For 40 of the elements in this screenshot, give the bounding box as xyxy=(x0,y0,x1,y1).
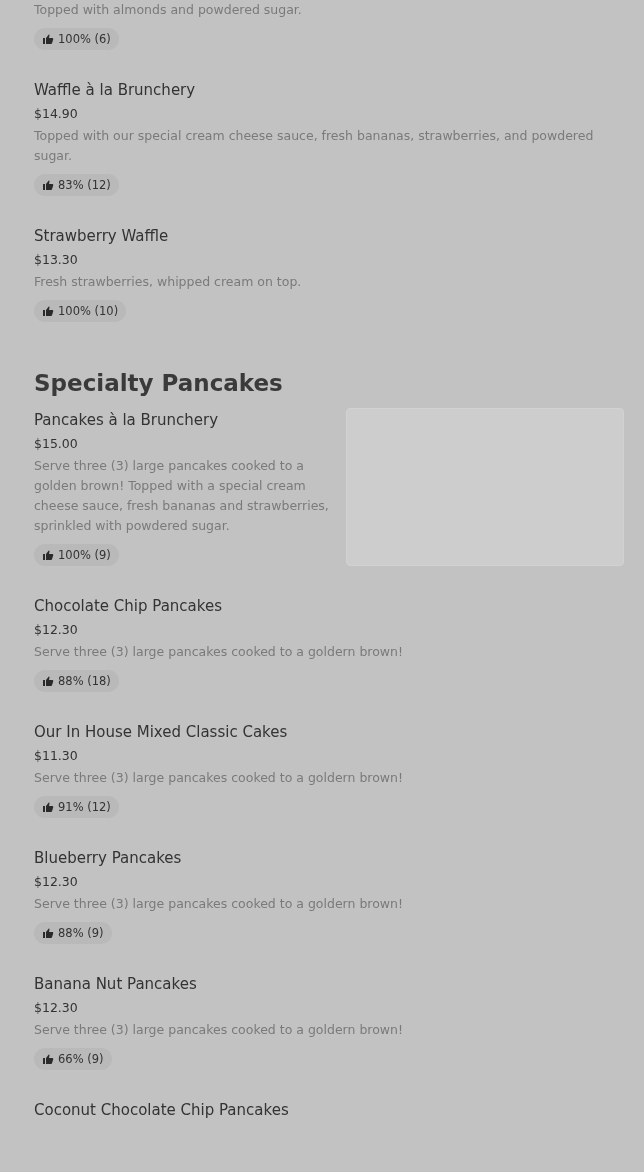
item-name[interactable]: Pancakes à la Brunchery xyxy=(34,408,219,432)
rating-badge: 100% (9) xyxy=(34,544,119,566)
rating-badge: 91% (12) xyxy=(34,796,119,818)
item-description: Fresh strawberries, whipped cream on top. xyxy=(34,273,302,291)
item-description: Serve three (3) large pancakes cooked to a goldern brown! xyxy=(34,895,404,913)
thumbs-up-icon xyxy=(42,179,54,191)
thumbs-up-icon xyxy=(42,801,54,813)
thumbs-up-icon xyxy=(42,33,54,45)
item-description: Serve three (3) large pancakes cooked to a goldern brown! xyxy=(34,643,404,661)
item-description: Topped with almonds and powdered sugar. xyxy=(34,1,302,19)
item-price: $12.30 xyxy=(34,621,78,639)
item-price: $12.30 xyxy=(34,873,78,891)
item-name[interactable]: Waffle à la Brunchery xyxy=(34,78,196,102)
rating-badge: 88% (18) xyxy=(34,670,119,692)
rating-badge: 100% (10) xyxy=(34,300,127,322)
item-name[interactable]: Blueberry Pancakes xyxy=(34,846,182,870)
rating-badge: 88% (9) xyxy=(34,922,112,944)
item-price: $11.30 xyxy=(34,747,78,765)
item-price: $15.00 xyxy=(34,435,78,453)
item-description: Serve three (3) large pancakes cooked to a goldern brown! xyxy=(34,1021,404,1039)
thumbs-up-icon xyxy=(42,1053,54,1065)
thumbs-up-icon xyxy=(42,305,54,317)
rating-badge: 83% (12) xyxy=(34,174,119,196)
item-description: Serve three (3) large pancakes cooked to a goldern brown! xyxy=(34,769,404,787)
item-name[interactable]: Coconut Chocolate Chip Pancakes xyxy=(34,1098,289,1122)
rating-badge: 100% (6) xyxy=(34,28,119,50)
item-description: Topped with our special cream cheese sauce, fresh bananas, strawberries, and powdered sugar. xyxy=(34,127,595,165)
thumbs-up-icon xyxy=(42,675,54,687)
item-description: Serve three (3) large pancakes cooked to a golden brown! Topped with a special cream cheese sauce, fresh bananas and strawberries, sprinkled with powdered sugar. xyxy=(34,457,330,535)
thumbs-up-icon xyxy=(42,549,54,561)
item-name[interactable]: Our In House Mixed Classic Cakes xyxy=(34,720,288,744)
item-price: $14.90 xyxy=(34,105,78,123)
item-price: $13.30 xyxy=(34,251,78,269)
item-price: $12.30 xyxy=(34,999,78,1017)
thumbs-up-icon xyxy=(42,927,54,939)
item-name[interactable]: Chocolate Chip Pancakes xyxy=(34,594,222,618)
section-heading: Specialty Pancakes xyxy=(34,369,284,398)
item-name[interactable]: Banana Nut Pancakes xyxy=(34,972,197,996)
rating-badge: 66% (9) xyxy=(34,1048,112,1070)
item-name[interactable]: Strawberry Waffle xyxy=(34,224,169,248)
